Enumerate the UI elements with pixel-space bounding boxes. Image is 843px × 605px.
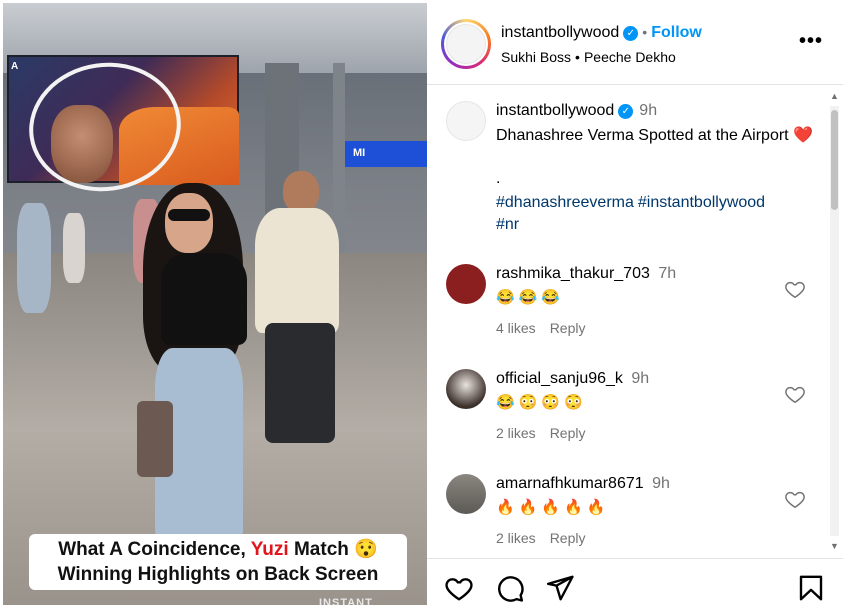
comment-avatar[interactable] — [446, 474, 486, 514]
reply-button[interactable]: Reply — [550, 425, 586, 441]
comments-section[interactable]: instantbollywood ✓ 9h Dhanashree Verma Spo… — [427, 86, 843, 554]
separator: • — [642, 24, 648, 40]
caption-highlight: Yuzi — [250, 539, 289, 560]
airport-signboard: MI — [345, 141, 427, 167]
comment-avatar[interactable] — [446, 369, 486, 409]
caption-time: 9h — [639, 102, 658, 119]
header-username[interactable]: instantbollywood — [501, 24, 619, 41]
avatar-image — [446, 24, 486, 64]
hashtag-link[interactable]: #nr — [496, 216, 519, 233]
paper-plane-icon[interactable] — [545, 573, 575, 603]
comment-likes[interactable]: 2 likes — [496, 530, 536, 546]
comment-username[interactable]: amarnafhkumar8671 — [496, 475, 644, 492]
post-video[interactable]: A MI What A Coincidence, Yuzi Match 😯 Wi… — [3, 3, 427, 605]
bookmark-icon[interactable] — [796, 573, 826, 603]
comment-time: 9h — [631, 370, 650, 387]
heart-emoji: ❤️ — [793, 127, 813, 144]
man-face — [283, 171, 319, 213]
more-options-icon[interactable]: ••• — [799, 30, 823, 53]
comment-avatar[interactable] — [446, 264, 486, 304]
comment-meta: 2 likes Reply — [496, 425, 599, 441]
caption-text: Dhanashree Verma Spotted at the Airport — [496, 127, 789, 144]
separator: • — [575, 49, 580, 65]
follow-button[interactable]: Follow — [651, 24, 702, 41]
verified-badge-icon: ✓ — [623, 26, 639, 41]
audio-title: Peeche Dekho — [583, 49, 676, 65]
caption-text: What A Coincidence, — [58, 539, 251, 560]
comment-meta: 4 likes Reply — [496, 320, 599, 336]
watermark: INSTANT — [319, 597, 373, 605]
heart-outline-icon[interactable] — [784, 278, 806, 300]
screen-logo: A — [11, 61, 19, 72]
comment-likes[interactable]: 2 likes — [496, 425, 536, 441]
comment-username[interactable]: rashmika_thakur_703 — [496, 265, 650, 282]
reply-button[interactable]: Reply — [550, 320, 586, 336]
man-shirt — [255, 208, 339, 333]
caption-text-block: Dhanashree Verma Spotted at the Airport … — [496, 125, 816, 147]
heart-outline-icon[interactable] — [444, 573, 474, 603]
avatar-border — [444, 22, 488, 66]
comment-meta: 2 likes Reply — [496, 530, 599, 546]
comment-time: 9h — [652, 475, 670, 492]
comment-likes[interactable]: 4 likes — [496, 320, 536, 336]
hashtags: #dhanashreeverma #instantbollywood #nr — [496, 192, 816, 236]
scroll-up-arrow-icon[interactable]: ▲ — [830, 91, 839, 101]
comment-text: 😂😳😳😳 — [496, 394, 587, 411]
scroll-down-arrow-icon[interactable]: ▼ — [830, 541, 839, 551]
woman-top — [161, 253, 247, 345]
comment-user-line: official_sanju96_k 9h — [496, 370, 649, 388]
audio-artist: Sukhi Boss — [501, 49, 572, 65]
comment-text: 🔥🔥🔥🔥🔥 — [496, 499, 610, 516]
woman-face — [165, 193, 213, 253]
caption-username[interactable]: instantbollywood — [496, 102, 614, 119]
comment-time: 7h — [658, 265, 677, 282]
comment-item: rashmika_thakur_703 7h 😂😂😂 4 likes Reply — [427, 264, 827, 364]
instagram-post: A MI What A Coincidence, Yuzi Match 😯 Wi… — [0, 0, 843, 605]
comment-user-line: amarnafhkumar8671 9h — [496, 475, 670, 493]
background-person — [63, 213, 85, 283]
video-caption-line2: Winning Highlights on Back Screen — [57, 564, 379, 585]
profile-avatar[interactable] — [441, 19, 491, 69]
video-caption-line1: What A Coincidence, Yuzi Match 😯 — [29, 537, 407, 562]
reply-button[interactable]: Reply — [550, 530, 586, 546]
caption-text: Match 😯 — [288, 539, 378, 560]
hashtag-link[interactable]: #instantbollywood — [638, 194, 765, 211]
caption-user-line: instantbollywood ✓ 9h — [496, 102, 657, 120]
heart-outline-icon[interactable] — [784, 383, 806, 405]
header-user-line: instantbollywood ✓ • Follow — [501, 24, 702, 42]
verified-badge-icon: ✓ — [618, 104, 634, 119]
comment-item: amarnafhkumar8671 9h 🔥🔥🔥🔥🔥 2 likes Reply — [427, 474, 827, 554]
handbag — [137, 401, 173, 477]
background-person — [17, 203, 51, 313]
audio-info[interactable]: Sukhi Boss • Peeche Dekho — [501, 49, 676, 65]
scrollbar-thumb[interactable] — [831, 110, 838, 210]
comment-username[interactable]: official_sanju96_k — [496, 370, 623, 387]
caption-dot: . — [496, 170, 501, 187]
man-pants — [265, 323, 335, 443]
post-sidebar: instantbollywood ✓ • Follow Sukhi Boss • Peec… — [427, 3, 843, 605]
comment-item: official_sanju96_k 9h 😂😳😳😳 2 likes Reply — [427, 369, 827, 469]
hashtag-link[interactable]: #dhanashreeverma — [496, 194, 634, 211]
comment-user-line: rashmika_thakur_703 7h — [496, 265, 676, 283]
comment-text: 😂😂😂 — [496, 289, 565, 306]
video-caption: What A Coincidence, Yuzi Match 😯 Winning… — [29, 534, 407, 590]
post-header: instantbollywood ✓ • Follow Sukhi Boss • Peec… — [427, 3, 843, 85]
heart-outline-icon[interactable] — [784, 488, 806, 510]
caption-avatar[interactable] — [446, 101, 486, 141]
sunglasses — [168, 209, 210, 221]
comment-bubble-icon[interactable] — [495, 573, 525, 603]
action-bar — [427, 558, 843, 605]
